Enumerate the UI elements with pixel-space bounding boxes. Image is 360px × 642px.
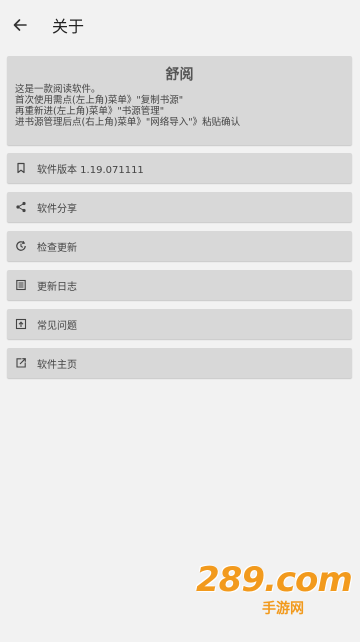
menu-item-label: 更新日志: [37, 281, 77, 293]
menu-item-faq[interactable]: 常见问题: [7, 309, 352, 339]
watermark-main-text: 289.com: [196, 560, 353, 600]
update-check-icon: [11, 236, 31, 256]
menu-item-share[interactable]: 软件分享: [7, 192, 352, 222]
faq-icon: [11, 314, 31, 334]
menu-item-label: 常见问题: [37, 320, 77, 332]
app-bar: 关于: [0, 0, 360, 50]
watermark-logo: 289.com 手游网: [196, 560, 353, 630]
watermark-sub-text: 手游网: [262, 601, 304, 617]
menu-item-check-update[interactable]: 检查更新: [7, 231, 352, 261]
description-line: 进书源管理后点(右上角)菜单》"网络导入"》粘贴确认: [15, 117, 241, 128]
arrow-left-icon: [12, 17, 28, 33]
app-description: 这是一款阅读软件。 首次使用需点(左上角)菜单》"复制书源" 再重新进(左上角)…: [15, 84, 345, 128]
menu-item-label: 软件主页: [37, 359, 77, 371]
back-button[interactable]: [0, 0, 40, 50]
menu-item-changelog[interactable]: 更新日志: [7, 270, 352, 300]
menu-item-label: 检查更新: [37, 242, 77, 254]
about-card: 舒阅 这是一款阅读软件。 首次使用需点(左上角)菜单》"复制书源" 再重新进(左…: [7, 56, 352, 145]
description-line: 这是一款阅读软件。: [15, 84, 101, 95]
external-link-icon: [11, 353, 31, 373]
app-name: 舒阅: [165, 67, 194, 83]
description-line: 再重新进(左上角)菜单》"书源管理": [15, 106, 165, 117]
menu-item-label: 软件分享: [37, 203, 77, 215]
bookmark-icon: [11, 158, 31, 178]
page-title: 关于: [52, 17, 85, 36]
description-line: 首次使用需点(左上角)菜单》"复制书源": [15, 95, 184, 106]
log-icon: [11, 275, 31, 295]
menu-item-version[interactable]: 软件版本 1.19.071111: [7, 153, 352, 183]
menu-item-homepage[interactable]: 软件主页: [7, 348, 352, 378]
share-icon: [11, 197, 31, 217]
menu-item-label: 软件版本 1.19.071111: [37, 164, 144, 176]
